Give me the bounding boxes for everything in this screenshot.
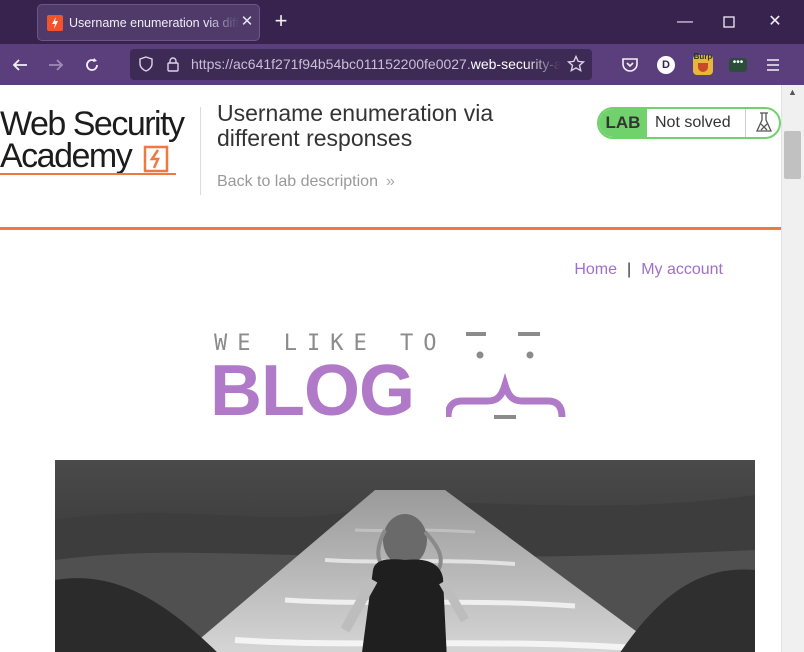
reload-icon[interactable] [81,54,103,76]
lab-status-widget: LAB Not solved [597,107,781,139]
url-text[interactable]: https://ac641f271f94b54bc011152200fe0027… [191,56,561,72]
burp-extension-icon[interactable]: Burp [692,52,714,76]
blog-hero-image[interactable] [55,460,755,652]
maximize-icon[interactable] [718,11,740,33]
browser-tab[interactable]: Username enumeration via different respo… [37,4,260,41]
hamburger-icon[interactable] [762,54,784,76]
site-nav: Home | My account [574,261,723,279]
new-tab-icon[interactable]: + [270,10,292,33]
logo-text-line1[interactable]: Web Security [0,107,185,141]
banner-blog-title: BLOG [210,351,415,431]
home-link[interactable]: Home [574,261,617,278]
browser-tabbar: Username enumeration via different respo… [0,0,804,44]
lock-icon[interactable] [163,54,183,74]
scroll-up-icon[interactable]: ▲ [788,87,797,97]
window-close-icon[interactable]: ✕ [764,11,786,33]
page-content: Web Security Academy Username enumeratio… [0,85,781,652]
star-icon[interactable] [566,54,586,74]
url-bar[interactable]: https://ac641f271f94b54bc011152200fe0027… [130,49,592,80]
tab-title: Username enumeration via different respo… [69,16,239,30]
account-avatar[interactable]: D [655,54,677,76]
logo-text-line2[interactable]: Academy [0,139,133,173]
nav-separator: | [627,261,632,278]
url-prefix: https://ac641f271f94b54bc011152200fe0027… [191,56,471,72]
portswigger-favicon-icon [47,15,63,31]
account-initial: D [657,56,675,74]
tab-close-icon[interactable]: ✕ [238,13,256,31]
page-scrollbar[interactable]: ▲ [781,85,804,652]
double-chevron-right-icon: » [385,173,395,190]
blog-banner: WE LIKE TO BLOG [210,325,570,431]
url-host: web-security-academy.net [470,56,561,72]
flask-icon [745,109,779,137]
my-account-link[interactable]: My account [641,261,723,278]
lab-status-text: Not solved [655,114,731,131]
scrollbar-thumb[interactable] [784,131,801,179]
extension-dots-icon[interactable]: ••• [727,54,749,76]
back-to-lab-description-link[interactable]: Back to lab description » [217,173,395,191]
face-logo-icon [446,332,566,419]
lab-badge: LAB [599,109,647,137]
arrow-left-icon[interactable] [9,54,31,76]
shield-icon[interactable] [136,54,156,74]
minimize-icon[interactable]: — [674,11,696,33]
burp-extension-label: Burp [693,52,713,61]
lab-header: Web Security Academy Username enumeratio… [0,85,781,230]
pocket-icon[interactable] [619,54,641,76]
arrow-right-icon[interactable] [45,54,67,76]
lab-title: Username enumeration via different respo… [217,100,494,151]
browser-navbar: https://ac641f271f94b54bc011152200fe0027… [0,44,804,85]
back-link-label: Back to lab description [217,173,378,190]
header-divider [200,107,201,195]
logo-underline [0,173,176,175]
